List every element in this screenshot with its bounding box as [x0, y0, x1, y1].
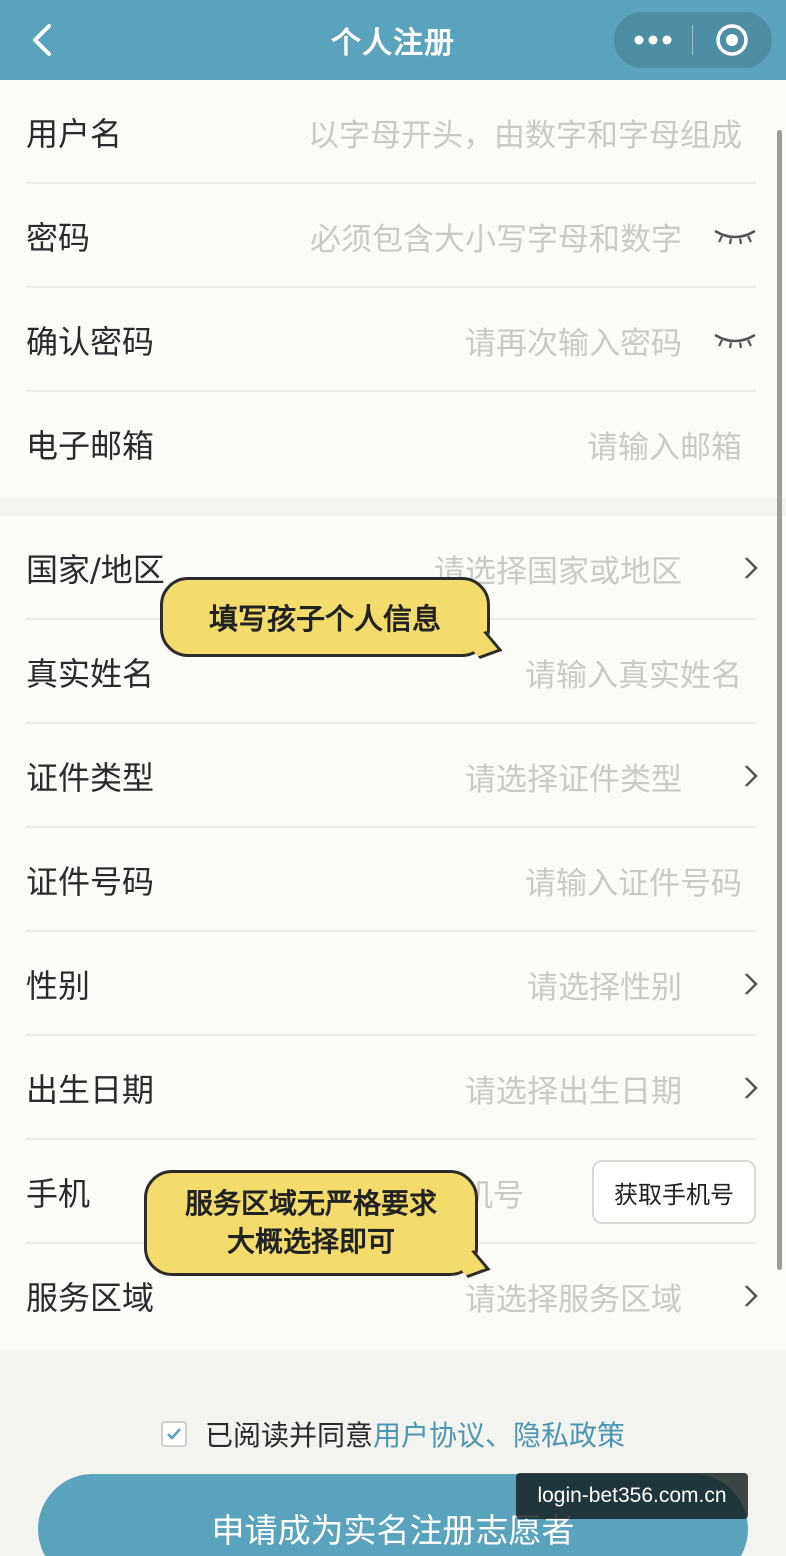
eye-closed-icon: [714, 333, 756, 349]
agreement-links[interactable]: 用户协议、隐私政策: [373, 1414, 625, 1454]
mini-program-capsule: [614, 12, 772, 68]
back-button[interactable]: [22, 20, 62, 60]
more-dots-icon: [634, 35, 672, 45]
scrollbar[interactable]: [777, 130, 782, 1270]
password-visibility-toggle[interactable]: [708, 216, 758, 256]
chevron-right-icon: [708, 548, 758, 588]
confirm-password-input[interactable]: 请再次输入密码: [465, 318, 682, 363]
username-row[interactable]: 用户名 以字母开头，由数字和字母组成: [0, 80, 786, 184]
id-type-select[interactable]: 请选择证件类型: [465, 754, 682, 799]
confirm-password-label: 确认密码: [26, 323, 155, 361]
chevron-right-icon: [708, 1068, 758, 1108]
gender-select[interactable]: 请选择性别: [527, 962, 682, 1007]
chevron-right-icon: [708, 1276, 758, 1316]
gender-label: 性别: [26, 967, 91, 1005]
gender-row[interactable]: 性别 请选择性别: [0, 932, 786, 1036]
agreement-checkbox[interactable]: [160, 1421, 187, 1447]
account-section: 用户名 以字母开头，由数字和字母组成 密码 必须包含大小写字母和数字 确认密码 …: [0, 80, 786, 498]
nav-bar: 个人注册: [0, 0, 786, 80]
password-label: 密码: [26, 219, 91, 257]
annotation-bubble-service-area: 服务区域无严格要求 大概选择即可: [144, 1170, 491, 1278]
id-type-label: 证件类型: [26, 759, 155, 797]
confirm-password-row[interactable]: 确认密码 请再次输入密码: [0, 288, 786, 392]
real-name-label: 真实姓名: [26, 655, 155, 693]
chevron-left-icon: [33, 24, 51, 56]
birth-date-row[interactable]: 出生日期 请选择出生日期: [0, 1036, 786, 1140]
service-area-label: 服务区域: [26, 1279, 155, 1317]
id-number-label: 证件号码: [26, 863, 155, 901]
watermark: login-bet356.com.cn: [516, 1473, 748, 1519]
id-number-row[interactable]: 证件号码 请输入证件号码: [0, 828, 786, 932]
id-type-row[interactable]: 证件类型 请选择证件类型: [0, 724, 786, 828]
target-close-icon: [716, 24, 748, 56]
email-label: 电子邮箱: [26, 427, 155, 465]
annotation-bubble-personal-info: 填写孩子个人信息: [160, 577, 503, 659]
more-button[interactable]: [614, 12, 692, 68]
username-input[interactable]: 以字母开头，由数字和字母组成: [308, 110, 742, 155]
password-input[interactable]: 必须包含大小写字母和数字: [310, 214, 682, 259]
agreement-text: 已阅读并同意: [204, 1419, 373, 1452]
phone-label: 手机: [26, 1175, 91, 1213]
real-name-input[interactable]: 请输入真实姓名: [525, 650, 742, 695]
check-icon: [167, 1428, 181, 1440]
birth-date-select[interactable]: 请选择出生日期: [465, 1066, 682, 1111]
close-button[interactable]: [693, 12, 771, 68]
page-title: 个人注册: [331, 26, 455, 61]
country-label: 国家/地区: [26, 551, 165, 589]
id-number-input[interactable]: 请输入证件号码: [525, 858, 742, 903]
password-row[interactable]: 密码 必须包含大小写字母和数字: [0, 184, 786, 288]
confirm-password-visibility-toggle[interactable]: [708, 320, 758, 360]
chevron-right-icon: [708, 756, 758, 796]
username-label: 用户名: [26, 115, 123, 153]
annotation-text-line1: 服务区域无严格要求: [184, 1187, 437, 1220]
get-phone-button[interactable]: 获取手机号: [592, 1160, 756, 1224]
service-area-select[interactable]: 请选择服务区域: [465, 1274, 682, 1319]
chevron-right-icon: [708, 964, 758, 1004]
agreement-row: 已阅读并同意 用户协议、隐私政策: [0, 1412, 786, 1456]
email-row[interactable]: 电子邮箱 请输入邮箱: [0, 392, 786, 496]
annotation-text-line2: 大概选择即可: [226, 1225, 395, 1258]
eye-closed-icon: [714, 229, 756, 245]
birth-date-label: 出生日期: [26, 1071, 155, 1109]
annotation-text: 填写孩子个人信息: [208, 602, 441, 636]
email-input[interactable]: 请输入邮箱: [587, 422, 742, 467]
